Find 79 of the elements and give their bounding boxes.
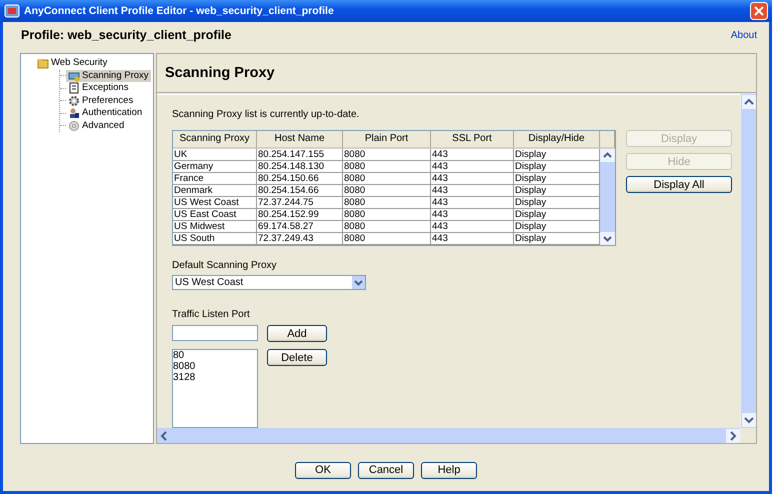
table-cell: France	[173, 173, 257, 185]
list-item[interactable]: 8080	[173, 361, 257, 372]
field-label: Default Scanning Proxy	[172, 260, 278, 271]
table-cell: 443	[431, 221, 514, 233]
profile-title: Profile: web_security_client_profile	[21, 28, 232, 42]
gear-icon	[68, 94, 80, 107]
table-cell: US East Coast	[173, 209, 257, 221]
scroll-up-icon[interactable]	[600, 149, 615, 162]
list-item[interactable]: 80	[173, 350, 257, 361]
scroll-down-icon[interactable]	[600, 232, 615, 245]
table-cell: 443	[431, 209, 514, 221]
proxy-dropdown[interactable]: US West Coast	[172, 275, 366, 290]
port-input-field[interactable]	[172, 325, 258, 341]
table-cell: 80.254.154.66	[257, 185, 343, 197]
table-cell: 443	[431, 149, 514, 161]
column-header[interactable]: Display/Hide	[514, 131, 600, 149]
horizontal-scrollbar[interactable]	[157, 428, 740, 443]
scroll-right-icon[interactable]	[726, 428, 740, 442]
table-cell: 80.254.150.66	[257, 173, 343, 185]
user-icon	[68, 107, 80, 120]
tree-item[interactable]: Scanning Proxy	[66, 70, 151, 82]
table-cell: 69.174.58.27	[257, 221, 343, 233]
section-title: Scanning Proxy	[165, 65, 275, 81]
about-link[interactable]: About	[730, 30, 757, 40]
delete-button[interactable]: Delete	[267, 349, 327, 366]
table-cell: 80.254.152.99	[257, 209, 343, 221]
side-button[interactable]: Display All	[626, 176, 732, 193]
dialog-button[interactable]: OK	[295, 462, 351, 478]
document-icon	[68, 82, 80, 94]
vertical-scrollbar[interactable]	[740, 94, 756, 428]
status-text: Scanning Proxy list is currently up-to-date.	[172, 109, 360, 120]
table-cell: 443	[431, 197, 514, 209]
table-cell: 8080	[343, 161, 431, 173]
scroll-up-icon[interactable]	[741, 94, 757, 110]
add-button[interactable]: Add	[267, 325, 327, 342]
table-cell: 443	[431, 233, 514, 245]
window-title: AnyConnect Client Profile Editor - web_security_client_profile	[24, 5, 335, 17]
scroll-down-icon[interactable]	[741, 412, 757, 428]
column-header[interactable]: Plain Port	[343, 131, 431, 149]
tree-item[interactable]: Preferences	[66, 94, 136, 107]
table-cell: 8080	[343, 233, 431, 245]
table-cell: Denmark	[173, 185, 257, 197]
port-list[interactable]: 80 8080 3128	[172, 349, 258, 428]
table-cell: 8080	[343, 173, 431, 185]
table-cell: 8080	[343, 221, 431, 233]
server-icon	[68, 70, 80, 82]
column-header[interactable]: SSL Port	[431, 131, 514, 149]
table-cell: Germany	[173, 161, 257, 173]
tree-item[interactable]: Exceptions	[66, 82, 130, 94]
table-cell: 443	[431, 185, 514, 197]
header-corner	[600, 131, 615, 149]
table-cell: 443	[431, 161, 514, 173]
column-header[interactable]: Scanning Proxy	[173, 131, 257, 149]
table-cell: 80.254.148.130	[257, 161, 343, 173]
table-cell: 8080	[343, 185, 431, 197]
folder-icon	[37, 57, 49, 70]
list-item[interactable]: 3128	[173, 372, 257, 383]
table-cell: US Midwest	[173, 221, 257, 233]
column-header[interactable]: Host Name	[257, 131, 343, 149]
table-cell: UK	[173, 149, 257, 161]
table-scrollbar[interactable]	[600, 149, 615, 245]
disc-icon	[68, 120, 80, 132]
tree-item[interactable]: Web Security	[35, 57, 110, 70]
dialog-button[interactable]: Help	[421, 462, 477, 478]
table-cell: 80.254.147.155	[257, 149, 343, 161]
tree-item[interactable]: Advanced	[66, 120, 126, 132]
table-cell: 72.37.244.75	[257, 197, 343, 209]
table-cell: 8080	[343, 209, 431, 221]
close-icon[interactable]	[750, 2, 768, 20]
tree-item[interactable]: Authentication	[66, 107, 144, 120]
app-icon	[4, 4, 20, 18]
table-cell: 8080	[343, 197, 431, 209]
field-label: Traffic Listen Port	[172, 309, 251, 320]
table-cell: US South	[173, 233, 257, 245]
table-cell: US West Coast	[173, 197, 257, 209]
dialog-button[interactable]: Cancel	[358, 462, 414, 478]
table-cell: 8080	[343, 149, 431, 161]
table-cell: 443	[431, 173, 514, 185]
table-cell: 72.37.249.43	[257, 233, 343, 245]
